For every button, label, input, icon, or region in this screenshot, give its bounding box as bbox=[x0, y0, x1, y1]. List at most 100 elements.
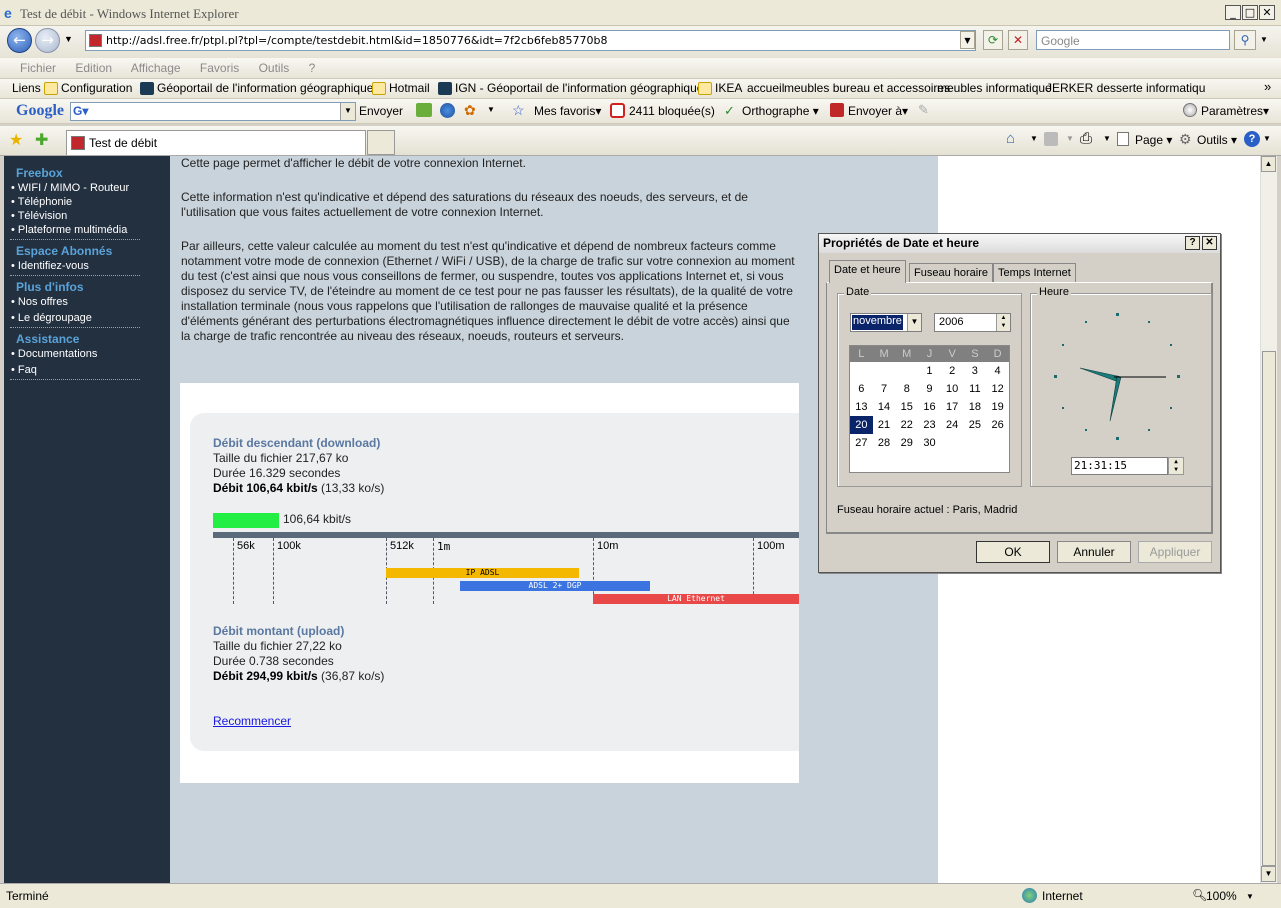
address-input[interactable]: http://adsl.free.fr/ptpl.pl?tpl=/compte/… bbox=[85, 30, 976, 51]
calendar-day[interactable]: 15 bbox=[895, 398, 918, 416]
home-dropdown-icon[interactable]: ▼ bbox=[1030, 134, 1038, 143]
calendar-day[interactable]: 13 bbox=[850, 398, 873, 416]
menu-edition[interactable]: Edition bbox=[75, 61, 112, 75]
calendar-day[interactable]: 11 bbox=[964, 380, 987, 398]
picture-icon[interactable] bbox=[416, 103, 432, 117]
tools-menu-button[interactable]: Outils ▾ bbox=[1197, 133, 1237, 147]
tab-test-debit[interactable]: Test de débit bbox=[66, 130, 395, 155]
tab-fuseau-horaire[interactable]: Fuseau horaire bbox=[909, 263, 993, 283]
refresh-icon[interactable]: ⟳ bbox=[983, 30, 1003, 50]
calendar-day[interactable]: 22 bbox=[895, 416, 918, 434]
google-dropdown-icon[interactable]: ▼ bbox=[340, 103, 355, 120]
close-window-button[interactable]: ✕ bbox=[1259, 5, 1275, 20]
links-more-icon[interactable]: » bbox=[1264, 79, 1271, 94]
ok-button[interactable]: OK bbox=[976, 541, 1050, 563]
puzzle-icon[interactable]: ✿ bbox=[464, 102, 476, 119]
print-icon[interactable]: ⎙ bbox=[1080, 130, 1092, 147]
link-meubles-informatique[interactable]: meubles informatique bbox=[937, 81, 1052, 95]
link-configuration[interactable]: Configuration bbox=[44, 81, 132, 96]
link-geoportail-2[interactable]: IGN - Géoportail de l'information géogra… bbox=[438, 81, 711, 96]
back-button[interactable]: ← bbox=[7, 28, 32, 53]
tab-date-heure[interactable]: Date et heure bbox=[829, 260, 906, 283]
calendar-day[interactable]: 10 bbox=[941, 380, 964, 398]
forward-button[interactable]: → bbox=[35, 28, 60, 53]
zoom-level[interactable]: 100% bbox=[1206, 889, 1237, 903]
link-jerker[interactable]: JERKER desserte informatiqu bbox=[1046, 81, 1205, 95]
menu-affichage[interactable]: Affichage bbox=[131, 61, 181, 75]
calendar-day[interactable]: 24 bbox=[941, 416, 964, 434]
feeds-icon[interactable] bbox=[1044, 132, 1058, 146]
calendar-day-selected[interactable]: 20 bbox=[850, 416, 873, 434]
sidebar-item-documentations[interactable]: • Documentations bbox=[11, 348, 97, 360]
sidebar-item-faq[interactable]: • Faq bbox=[11, 364, 37, 376]
calendar-day[interactable]: 16 bbox=[918, 398, 941, 416]
google-search-input[interactable]: G▾ ▼ bbox=[70, 102, 356, 121]
menu-help[interactable]: ? bbox=[309, 61, 316, 75]
blocked-count[interactable]: 2411 bloquée(s) bbox=[629, 104, 715, 118]
month-select[interactable]: novembre ▼ bbox=[850, 313, 922, 332]
year-stepper[interactable]: ▲ ▼ bbox=[996, 314, 1010, 331]
calendar-day[interactable]: 17 bbox=[941, 398, 964, 416]
search-icon[interactable]: ⚲ bbox=[1234, 30, 1256, 50]
calendar-day[interactable]: 7 bbox=[873, 380, 896, 398]
maximize-button[interactable]: □ bbox=[1242, 5, 1258, 20]
scroll-down-button[interactable]: ▼ bbox=[1261, 866, 1276, 882]
history-dropdown-icon[interactable]: ▼ bbox=[64, 34, 73, 44]
month-dropdown-icon[interactable]: ▼ bbox=[907, 314, 921, 331]
send-to-button[interactable]: Envoyer à▾ bbox=[848, 104, 908, 118]
apply-button[interactable]: Appliquer bbox=[1138, 541, 1212, 563]
calendar-day[interactable]: 2 bbox=[941, 362, 964, 380]
feeds-dropdown-icon[interactable]: ▼ bbox=[1066, 134, 1074, 143]
link-hotmail[interactable]: Hotmail bbox=[372, 81, 430, 96]
calendar-day[interactable]: 18 bbox=[964, 398, 987, 416]
calendar-day[interactable]: 4 bbox=[986, 362, 1009, 380]
calendar-day[interactable]: 30 bbox=[918, 434, 941, 452]
favorites-center-icon[interactable]: ★ bbox=[9, 130, 23, 150]
calendar-day[interactable]: 27 bbox=[850, 434, 873, 452]
sidebar-item-degroupage[interactable]: • Le dégroupage bbox=[11, 312, 92, 324]
sidebar-item-wifi[interactable]: • WIFI / MIMO - Routeur bbox=[11, 182, 129, 194]
calendar-day[interactable]: 23 bbox=[918, 416, 941, 434]
calendar-day[interactable]: 6 bbox=[850, 380, 873, 398]
add-favorite-icon[interactable]: ✚ bbox=[35, 130, 48, 150]
globe-icon[interactable] bbox=[440, 103, 455, 118]
calendar-day[interactable]: 3 bbox=[964, 362, 987, 380]
sidebar-item-identifiez[interactable]: • Identifiez-vous bbox=[11, 260, 89, 272]
tab-temps-internet[interactable]: Temps Internet bbox=[993, 263, 1076, 283]
link-ikea[interactable]: IKEA bbox=[698, 81, 742, 96]
link-geoportail-1[interactable]: Géoportail de l'information géographique… bbox=[140, 81, 381, 96]
calendar-day[interactable]: 19 bbox=[986, 398, 1009, 416]
dialog-close-button[interactable]: ✕ bbox=[1202, 236, 1217, 250]
sidebar-item-offres[interactable]: • Nos offres bbox=[11, 296, 68, 308]
sidebar-item-television[interactable]: • Télévision bbox=[11, 210, 67, 222]
time-stepper[interactable]: ▲ ▼ bbox=[1168, 457, 1184, 475]
more-icon[interactable]: ▼ bbox=[487, 105, 495, 114]
stop-icon[interactable]: ✕ bbox=[1008, 30, 1028, 50]
new-tab-button[interactable] bbox=[367, 130, 395, 155]
calendar-day[interactable]: 29 bbox=[895, 434, 918, 452]
calendar-day[interactable]: 1 bbox=[918, 362, 941, 380]
page-vertical-scrollbar[interactable]: ▲ ▼ bbox=[1260, 156, 1277, 883]
dialog-help-button[interactable]: ? bbox=[1185, 236, 1200, 250]
home-icon[interactable]: ⌂ bbox=[1006, 130, 1015, 147]
calendar-day[interactable]: 9 bbox=[918, 380, 941, 398]
time-field[interactable]: 21:31:15 ▲ ▼ bbox=[1071, 457, 1184, 475]
calendar-day[interactable]: 28 bbox=[873, 434, 896, 452]
help-dropdown-icon[interactable]: ▼ bbox=[1263, 134, 1271, 143]
search-input[interactable]: Google bbox=[1036, 30, 1230, 50]
zoom-dropdown-icon[interactable]: ▼ bbox=[1246, 892, 1254, 901]
vertical-scroll-thumb[interactable] bbox=[1262, 351, 1276, 866]
link-accueil[interactable]: accueil bbox=[747, 81, 784, 95]
menu-fichier[interactable]: Fichier bbox=[20, 61, 56, 75]
link-meubles-bureau[interactable]: meubles bureau et accessoires bbox=[784, 81, 950, 95]
calendar-day[interactable]: 12 bbox=[986, 380, 1009, 398]
help-icon[interactable]: ? bbox=[1244, 131, 1260, 147]
menu-outils[interactable]: Outils bbox=[259, 61, 290, 75]
sidebar-item-plateforme[interactable]: • Plateforme multimédia bbox=[11, 224, 127, 236]
menu-favoris[interactable]: Favoris bbox=[200, 61, 239, 75]
calendar-day[interactable]: 25 bbox=[964, 416, 987, 434]
spellcheck-button[interactable]: Orthographe ▾ bbox=[742, 104, 819, 118]
calendar-day[interactable]: 14 bbox=[873, 398, 896, 416]
address-dropdown-button[interactable]: ▼ bbox=[960, 31, 975, 49]
settings-button[interactable]: Paramètres▾ bbox=[1201, 104, 1269, 118]
